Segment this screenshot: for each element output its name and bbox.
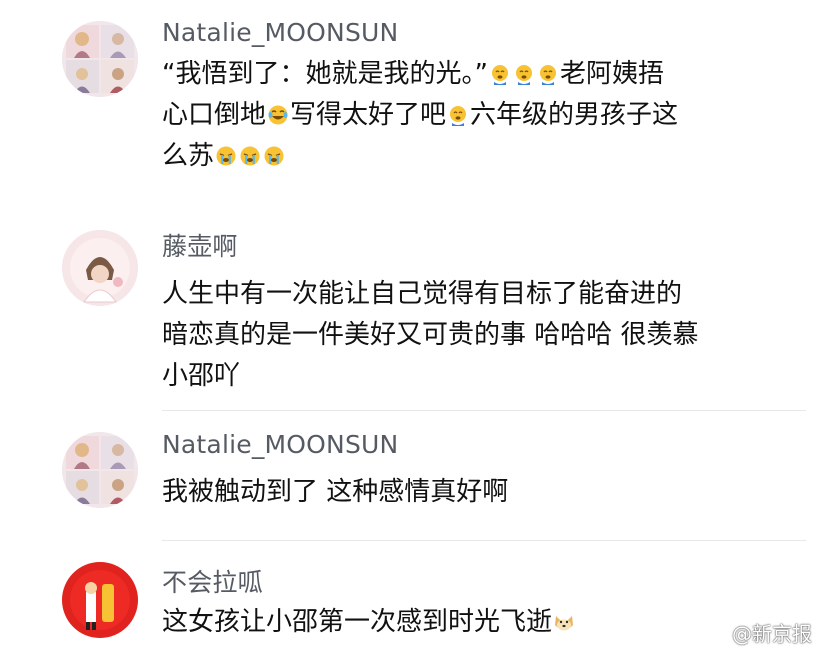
avatar[interactable] — [62, 21, 138, 97]
comment-text-segment: 写得太好了吧 — [290, 100, 447, 130]
photo-collage-avatar-icon — [62, 21, 138, 97]
comment-text-segment: “我悟到了：她就是我的光。” — [162, 59, 488, 89]
comment-text-segment: 六年级的男孩子这 — [470, 100, 679, 130]
comment-text: 这女孩让小邵第一次感到时光飞逝 — [162, 602, 762, 643]
comment-text-segment: 心口倒地 — [162, 100, 267, 130]
laugh-cry-emoji-icon — [267, 104, 289, 126]
comment-text-line: 暗恋真的是一件美好又可贵的事 哈哈哈 很羡慕 — [162, 320, 699, 350]
comment-username[interactable]: 不会拉呱 — [162, 563, 263, 599]
watermark-text: @新京报 — [732, 622, 812, 646]
comment-item: 藤壶啊 人生中有一次能让自己觉得有目标了能奋进的 暗恋真的是一件美好又可贵的事 … — [0, 200, 822, 411]
watermark: @新京报 — [699, 618, 812, 647]
comment-text-line: 人生中有一次能让自己觉得有目标了能奋进的 — [162, 279, 683, 309]
comment-item: Natalie_MOONSUN “我悟到了：她就是我的光。” 老阿姨捂心口倒地 写得… — [0, 0, 822, 200]
avatar[interactable] — [62, 562, 138, 638]
avatar[interactable] — [62, 432, 138, 508]
cry-emoji-icon — [489, 63, 511, 85]
comment-text-segment: 老阿姨捂 — [559, 59, 664, 89]
crying-emoji-icon — [263, 145, 285, 167]
photo-collage-avatar-icon — [62, 432, 138, 508]
comment-text-segment: 这女孩让小邵第一次感到时光飞逝 — [162, 607, 553, 637]
cry-emoji-icon — [447, 104, 469, 126]
illustrated-girl-avatar-icon — [62, 230, 138, 306]
crying-emoji-icon — [215, 145, 237, 167]
comment-username[interactable]: 藤壶啊 — [162, 227, 238, 263]
comment-username[interactable]: Natalie_MOONSUN — [162, 430, 398, 459]
weibo-logo-icon — [700, 621, 727, 644]
comment-text: 人生中有一次能让自己觉得有目标了能奋进的 暗恋真的是一件美好又可贵的事 哈哈哈 … — [162, 274, 762, 397]
comment-text-line: 小邵吖 — [162, 361, 241, 391]
comment-text: 我被触动到了 这种感情真好啊 — [162, 477, 509, 507]
avatar[interactable] — [62, 230, 138, 306]
comment-text-segment: 么苏 — [162, 141, 215, 171]
cry-emoji-icon — [513, 63, 535, 85]
comment-text: “我悟到了：她就是我的光。” 老阿姨捂心口倒地 写得太好了吧 六年级的男孩子这么苏 — [162, 54, 762, 177]
crying-emoji-icon — [239, 145, 261, 167]
comment-username[interactable]: Natalie_MOONSUN — [162, 18, 398, 47]
comment-item: Natalie_MOONSUN 我被触动到了 这种感情真好啊 — [0, 410, 822, 541]
cry-emoji-icon — [537, 63, 559, 85]
doge-emoji-icon — [553, 611, 575, 633]
cartoon-red-avatar-icon — [62, 562, 138, 638]
